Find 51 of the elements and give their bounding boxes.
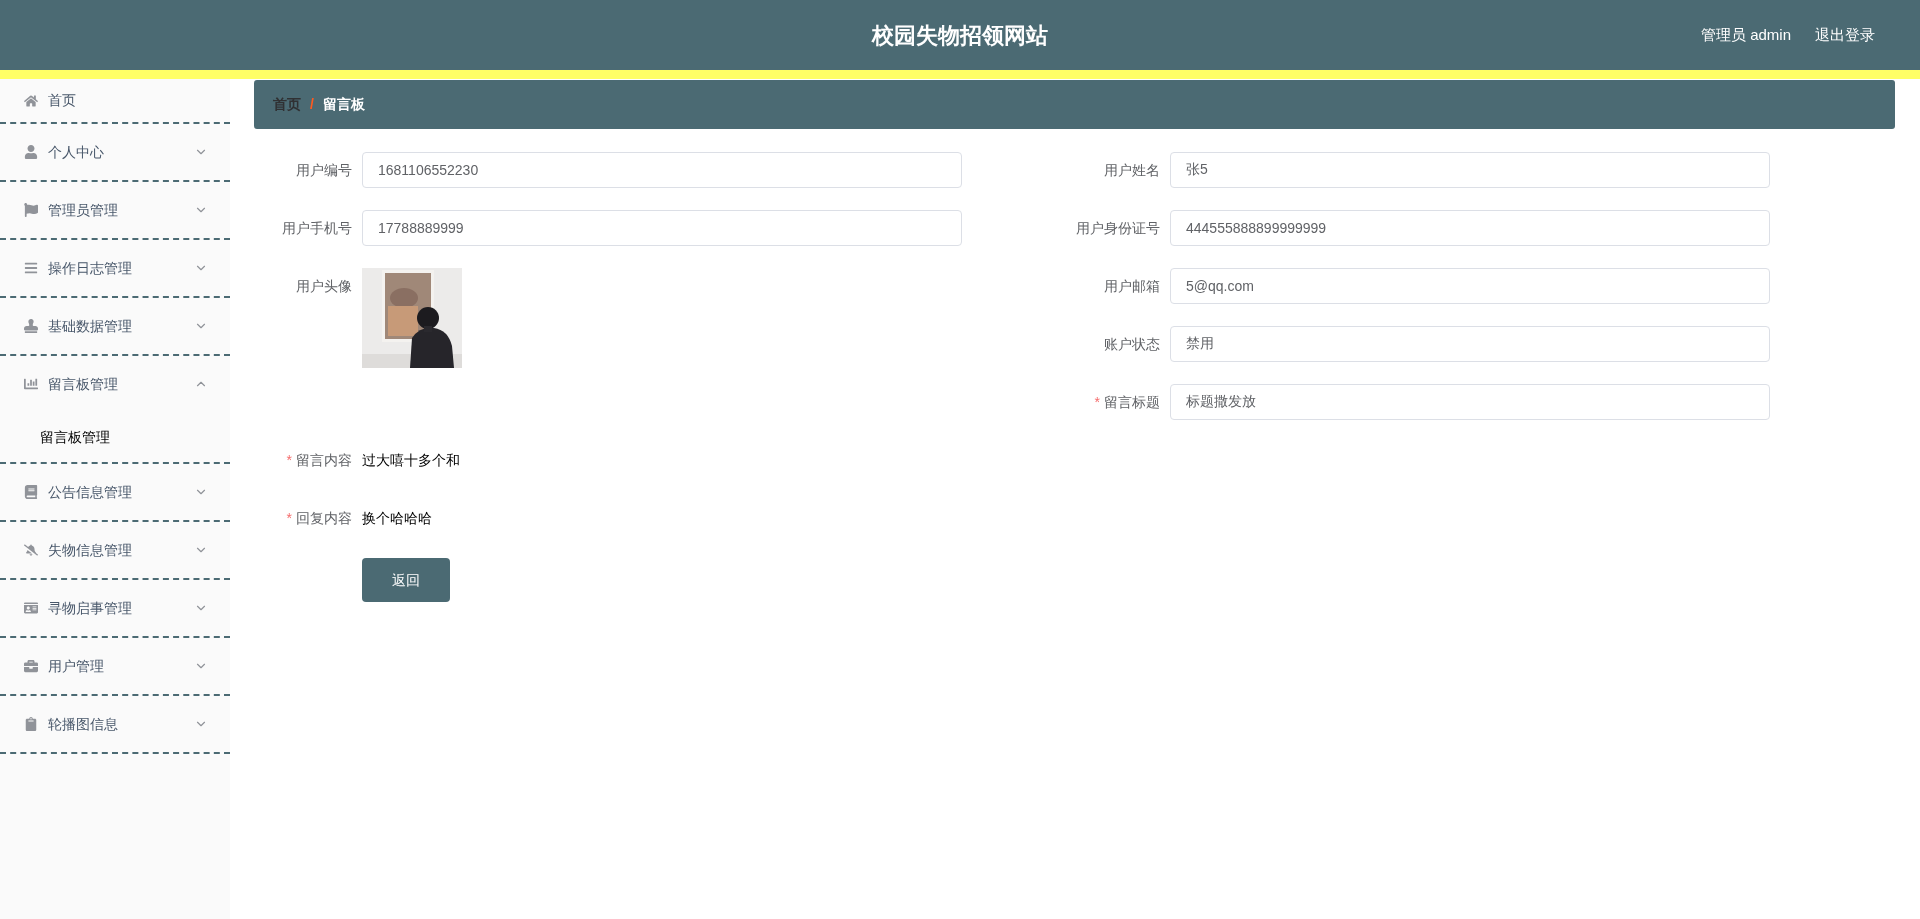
required-mark: *: [1094, 392, 1100, 412]
back-button[interactable]: 返回: [362, 558, 450, 602]
input-field[interactable]: 444555888899999999: [1170, 210, 1770, 246]
field-label: 用户身份证号: [1076, 218, 1160, 238]
input-field[interactable]: 标题撒发放: [1170, 384, 1770, 420]
required-mark: *: [286, 450, 292, 470]
field-label: 留言内容: [296, 450, 352, 470]
list-icon: [24, 261, 38, 275]
field-label: 用户邮箱: [1104, 276, 1160, 296]
sidebar-item[interactable]: 个人中心: [0, 124, 230, 180]
sidebar-item[interactable]: 用户管理: [0, 638, 230, 694]
field-label: 账户状态: [1104, 334, 1160, 354]
sidebar-item[interactable]: 首页: [0, 79, 230, 122]
sidebar-item[interactable]: 基础数据管理: [0, 298, 230, 354]
briefcase-icon: [24, 659, 38, 673]
input-field[interactable]: 5@qq.com: [1170, 268, 1770, 304]
book-icon: [24, 485, 38, 499]
input-field[interactable]: 禁用: [1170, 326, 1770, 362]
field-value: 换个哈哈哈: [362, 509, 432, 528]
id-card-icon: [24, 601, 38, 615]
breadcrumb-separator: /: [310, 95, 314, 114]
field-label: 用户头像: [296, 276, 352, 296]
sidebar-item[interactable]: 管理员管理: [0, 182, 230, 238]
logout-link[interactable]: 退出登录: [1815, 23, 1875, 47]
sidebar-item[interactable]: 操作日志管理: [0, 240, 230, 296]
sidebar-item[interactable]: 寻物启事管理: [0, 580, 230, 636]
admin-name: 管理员 admin: [1700, 24, 1791, 45]
bar-chart-icon: [24, 377, 38, 391]
field-label: 用户手机号: [282, 218, 352, 238]
input-field[interactable]: 1681106552230: [362, 152, 962, 188]
sidebar-subitem[interactable]: 留言板管理: [0, 412, 230, 462]
field-label: 回复内容: [296, 508, 352, 528]
stamp-icon: [24, 319, 38, 333]
field-label: 用户编号: [296, 160, 352, 180]
sidebar-item[interactable]: 失物信息管理: [0, 522, 230, 578]
site-title: 校园失物招领网站: [872, 21, 1048, 50]
field-label: 留言标题: [1104, 392, 1160, 412]
user-icon: [24, 145, 38, 159]
flag-icon: [24, 203, 38, 217]
input-field[interactable]: 17788889999: [362, 210, 962, 246]
input-field[interactable]: 张5: [1170, 152, 1770, 188]
sidebar-item[interactable]: 留言板管理: [0, 356, 230, 412]
required-mark: *: [286, 508, 292, 528]
breadcrumb-link[interactable]: 留言板: [322, 94, 365, 115]
sidebar-item[interactable]: 轮播图信息: [0, 696, 230, 752]
home-icon: [24, 93, 38, 108]
sidebar-item[interactable]: 公告信息管理: [0, 464, 230, 520]
field-value: 过大嘻十多个和: [362, 451, 460, 470]
bell-off-icon: [24, 543, 38, 557]
field-label: 用户姓名: [1104, 160, 1160, 180]
clipboard-icon: [24, 717, 38, 731]
